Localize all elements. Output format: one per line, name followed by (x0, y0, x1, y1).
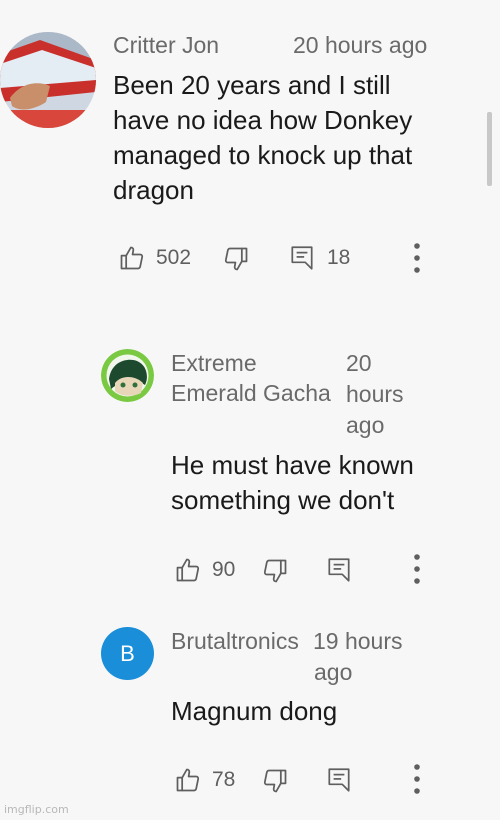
like-count: 502 (156, 246, 192, 269)
reply-comment-icon (291, 246, 313, 270)
watermark: imgflip.com (4, 803, 69, 816)
like-button[interactable] (174, 556, 202, 584)
thumbs-down-icon (263, 559, 287, 583)
comment-timestamp: 20 hours ago (293, 32, 428, 58)
like-count: 90 (212, 558, 236, 581)
comment-text: Magnum dong (171, 694, 337, 729)
comment-text: He must have known something we don't (171, 448, 414, 518)
thumbs-up-icon (176, 558, 200, 582)
avatar-critter-jon[interactable] (0, 32, 96, 128)
comment-timestamp-line: 19 hours (313, 628, 403, 654)
comment-timestamp-line: ago (314, 659, 353, 685)
reply-button[interactable] (289, 244, 315, 272)
comment-text-line: Magnum dong (171, 696, 338, 726)
avatar-extreme-emerald-gacha[interactable] (101, 349, 154, 402)
dislike-button[interactable] (261, 767, 289, 795)
comment-author[interactable]: Extreme Emerald Gacha (171, 348, 331, 408)
reply-comment-icon (328, 768, 350, 792)
like-count: 78 (212, 768, 236, 791)
comment-text-line: have no idea how Donkey (113, 105, 413, 135)
reply-button[interactable] (326, 766, 352, 794)
like-button[interactable] (174, 766, 202, 794)
comment-author-line: Extreme (171, 350, 257, 376)
comment-text-line: something we don't (171, 485, 395, 515)
more-options-button[interactable] (408, 763, 426, 797)
dislike-button[interactable] (261, 557, 289, 585)
comment-text: Been 20 years and I still have no idea h… (113, 68, 412, 208)
comment-author-line: Emerald Gacha (171, 380, 331, 406)
comment-timestamp: 20 hours ago (346, 348, 404, 441)
comment-timestamp-line: 20 (346, 350, 372, 376)
comment-timestamp-line: ago (346, 412, 385, 438)
comment-text-line: managed to knock up that (113, 140, 413, 170)
thumbs-down-icon (224, 247, 248, 271)
thumbs-up-icon (120, 246, 144, 270)
reply-comment-icon (328, 558, 350, 582)
like-button[interactable] (118, 244, 146, 272)
comment-text-line: He must have known (171, 450, 414, 480)
comment-text-line: Been 20 years and I still (113, 70, 391, 100)
reply-button[interactable] (326, 556, 352, 584)
comment-timestamp-line: hours (346, 381, 404, 407)
thumbs-up-icon (176, 768, 200, 792)
scrollbar-thumb[interactable] (487, 112, 492, 186)
avatar-photo (0, 32, 96, 128)
thumbs-down-icon (263, 769, 287, 793)
comment-timestamp: 19 hours ago (313, 626, 403, 688)
avatar-brutaltronics[interactable]: B (101, 627, 154, 680)
more-vert-icon (414, 764, 420, 794)
comment-author[interactable]: Critter Jon (113, 30, 219, 60)
comment-author[interactable]: Brutaltronics (171, 626, 299, 656)
more-vert-icon (414, 554, 420, 584)
more-options-button[interactable] (408, 553, 426, 587)
more-options-button[interactable] (408, 242, 426, 276)
reply-count: 18 (327, 246, 351, 269)
dislike-button[interactable] (222, 245, 250, 273)
comment-text-line: dragon (113, 175, 194, 205)
avatar-image (101, 349, 154, 402)
more-vert-icon (414, 243, 420, 273)
